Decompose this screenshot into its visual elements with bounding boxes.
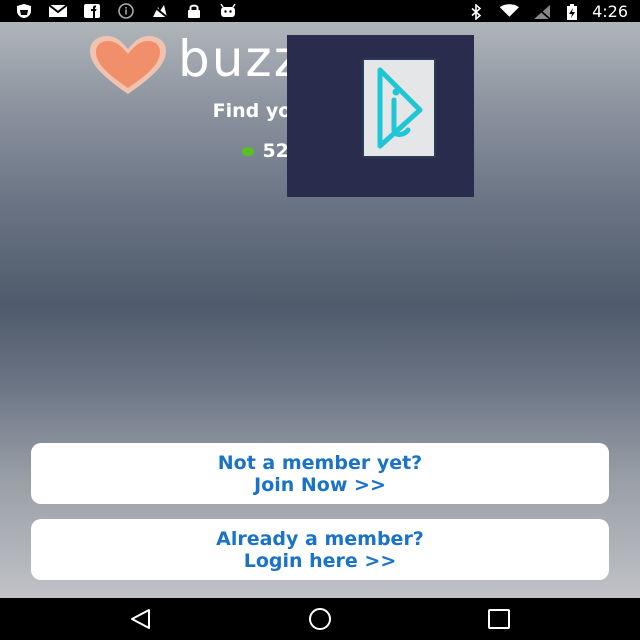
battery-charging-icon: [567, 3, 578, 20]
overlay-app-logo: [362, 58, 436, 158]
shield-icon: [17, 4, 31, 18]
lock-icon: [188, 4, 200, 18]
join-line-1: Not a member yet?: [217, 452, 423, 474]
no-sim-icon: [533, 3, 551, 20]
status-time: 4:26: [592, 2, 628, 21]
login-button[interactable]: Already a member? Login here >>: [31, 519, 609, 580]
android-icon: [220, 3, 236, 17]
online-status-dot: [242, 147, 255, 156]
join-now-button[interactable]: Not a member yet? Join Now >>: [31, 443, 609, 504]
wifi-icon: [499, 3, 520, 17]
play-logo-icon: [377, 67, 423, 149]
overlay-ad[interactable]: [287, 35, 474, 197]
mail-icon: [48, 4, 68, 17]
join-line-2: Join Now >>: [254, 474, 386, 496]
no-signal-icon: [151, 4, 169, 19]
login-line-1: Already a member?: [216, 528, 424, 550]
heart-icon: [90, 36, 166, 94]
status-bar: 4:26: [0, 0, 640, 22]
info-icon: [118, 3, 134, 19]
login-line-2: Login here >>: [243, 550, 397, 572]
recents-icon[interactable]: [485, 607, 513, 631]
back-icon[interactable]: [127, 607, 155, 631]
app-screen: buzz im Find your Asia mate 525 Mem ow N…: [0, 22, 640, 598]
facebook-icon: [84, 4, 100, 18]
navigation-bar: [0, 598, 640, 640]
bluetooth-icon: [471, 3, 482, 20]
home-icon[interactable]: [306, 607, 334, 631]
